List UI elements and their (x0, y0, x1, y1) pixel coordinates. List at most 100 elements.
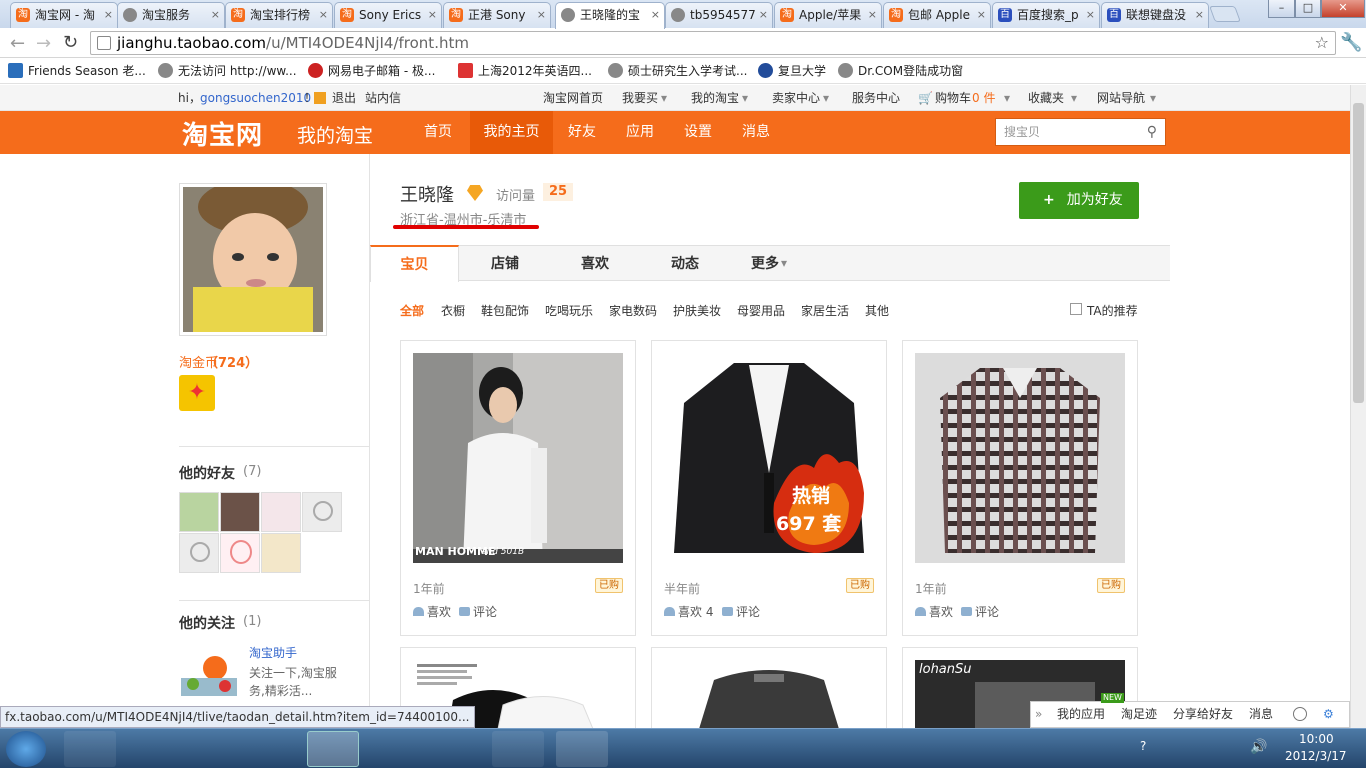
address-bar[interactable]: jianghu.taobao.com/u/MTI4ODE4NjI4/front.… (90, 31, 1336, 55)
page-scrollbar[interactable] (1350, 85, 1366, 728)
minimize-button[interactable]: – (1268, 0, 1295, 18)
friend-avatar[interactable] (220, 533, 260, 573)
category-item[interactable]: 家电数码 (609, 302, 657, 319)
browser-tab[interactable]: 淘 Apple/苹果 × (774, 2, 882, 28)
feiq-icon[interactable] (184, 731, 236, 767)
tab-shops[interactable]: 店铺 (470, 246, 540, 282)
wrench-icon[interactable]: 🔧 (1340, 32, 1362, 53)
ta-recommend-checkbox[interactable] (1070, 303, 1082, 315)
tab-my-home[interactable]: 我的主页 (470, 111, 553, 154)
search-input[interactable]: 搜宝贝 ⚲ (995, 118, 1166, 146)
browser-tab[interactable]: 淘宝服务 × (117, 2, 225, 28)
reload-icon[interactable]: ↻ (63, 32, 78, 53)
tab-friends[interactable]: 好友 (562, 111, 602, 154)
browser-tab[interactable]: tb5954577 × (665, 2, 773, 28)
nav-cart-link[interactable]: 购物车 (935, 91, 971, 105)
bookmark-item[interactable]: 硕士研究生入学考试... (608, 62, 747, 80)
nav-buy-link[interactable]: 我要买 (622, 91, 658, 105)
start-button[interactable] (6, 731, 46, 767)
item-image[interactable] (915, 353, 1125, 563)
tab-settings[interactable]: 设置 (678, 111, 718, 154)
taobao-logo[interactable]: 淘宝网 (182, 115, 263, 152)
comment-button[interactable]: 评论 (961, 603, 999, 620)
friend-avatar[interactable] (261, 533, 301, 573)
avatar-icon[interactable] (1293, 707, 1307, 721)
browser-tab[interactable]: 淘正港 Sony × (443, 2, 551, 28)
close-icon[interactable]: × (1086, 3, 1095, 27)
qq-icon[interactable] (371, 731, 423, 767)
browser-tab[interactable]: 淘包邮 Apple × (883, 2, 991, 28)
category-item[interactable]: 衣橱 (441, 302, 465, 319)
nav-mytaobao-link[interactable]: 我的淘宝 (691, 91, 739, 105)
item-card[interactable]: 热销 697 套 半年前 已购 喜欢 4 评论 (651, 340, 887, 636)
friend-avatar[interactable] (220, 492, 260, 532)
scrollbar-thumb[interactable] (1353, 103, 1364, 403)
bookmark-item[interactable]: 复旦大学 (758, 62, 826, 80)
username-link[interactable]: gongsuochen2010 (200, 91, 311, 105)
bookmark-item[interactable]: 网易电子邮箱 - 极... (308, 62, 435, 80)
nav-seller-link[interactable]: 卖家中心 (772, 91, 820, 105)
add-friend-button[interactable]: + 加为好友 (1019, 182, 1139, 219)
messages-link[interactable]: 站内信 (365, 91, 401, 105)
close-icon[interactable]: × (211, 3, 220, 27)
browser-tab-active[interactable]: 王晓隆的宝 × (555, 2, 665, 29)
share-button[interactable]: 分享给好友 (1173, 702, 1233, 727)
comment-button[interactable]: 评论 (459, 603, 497, 620)
category-item[interactable]: 母婴用品 (737, 302, 785, 319)
logout-link[interactable]: 退出 (332, 91, 356, 105)
like-button[interactable]: 喜欢 (413, 603, 451, 620)
close-icon[interactable]: × (759, 3, 768, 27)
comment-button[interactable]: 评论 (722, 603, 760, 620)
maximize-button[interactable]: □ (1295, 0, 1321, 18)
app-icon[interactable] (492, 731, 544, 767)
browser-tab[interactable]: 淘淘宝网 - 淘 × (10, 2, 118, 28)
tab-home[interactable]: 首页 (418, 111, 458, 154)
close-icon[interactable]: × (651, 3, 660, 27)
forward-icon[interactable]: → (36, 33, 51, 54)
following-item-name[interactable]: 淘宝助手 (249, 644, 297, 661)
word-icon[interactable] (556, 731, 608, 767)
close-window-button[interactable]: ✕ (1321, 0, 1365, 18)
tab-feed[interactable]: 动态 (650, 246, 720, 282)
category-item[interactable]: 鞋包配饰 (481, 302, 529, 319)
friend-avatar[interactable] (261, 492, 301, 532)
close-icon[interactable]: × (428, 3, 437, 27)
gear-icon[interactable]: ⚙ (1323, 702, 1334, 727)
tab-likes[interactable]: 喜欢 (560, 246, 630, 282)
nav-home-link[interactable]: 淘宝网首页 (543, 91, 603, 105)
item-image[interactable] (664, 660, 874, 729)
like-button[interactable]: 喜欢 4 (664, 603, 713, 620)
category-all[interactable]: 全部 (400, 302, 424, 319)
item-card[interactable]: 1年前 已购 喜欢 评论 (902, 340, 1138, 636)
taobao-helper-icon[interactable] (179, 650, 239, 698)
double-chevron-icon[interactable]: » (1035, 702, 1042, 727)
star-icon[interactable]: ☆ (1315, 32, 1329, 54)
friend-avatar-default[interactable] (302, 492, 342, 532)
aliwangwang-icon[interactable] (431, 731, 483, 767)
browser-tab[interactable]: 淘淘宝排行榜 × (225, 2, 333, 28)
category-item[interactable]: 吃喝玩乐 (545, 302, 593, 319)
following-title[interactable]: 他的关注 (179, 613, 235, 633)
utorrent-icon[interactable] (244, 731, 296, 767)
item-card[interactable]: MAN HOMME and 501B 1年前 已购 喜欢 评论 (400, 340, 636, 636)
friend-avatar[interactable] (179, 492, 219, 532)
new-tab-button[interactable] (1209, 6, 1241, 22)
nav-service-link[interactable]: 服务中心 (852, 91, 900, 105)
chrome-icon[interactable] (307, 731, 359, 767)
close-icon[interactable]: × (104, 3, 113, 27)
volume-icon[interactable]: 🔊 (1250, 739, 1267, 755)
like-button[interactable]: 喜欢 (915, 603, 953, 620)
close-icon[interactable]: × (868, 3, 877, 27)
tab-items[interactable]: 宝贝 (370, 245, 459, 282)
friends-title[interactable]: 他的好友 (179, 463, 235, 483)
category-item[interactable]: 家居生活 (801, 302, 849, 319)
item-image[interactable]: MAN HOMME and 501B (413, 353, 623, 563)
footprints-button[interactable]: 淘足迹 (1121, 702, 1157, 727)
nav-sitemap-link[interactable]: 网站导航 (1097, 91, 1145, 105)
explorer-icon[interactable] (64, 731, 116, 767)
my-apps-button[interactable]: 我的应用 (1057, 702, 1105, 727)
medal-icon[interactable]: ✦ (179, 375, 215, 411)
back-icon[interactable]: ← (10, 33, 25, 54)
bookmark-item[interactable]: Dr.COM登陆成功窗 (838, 62, 963, 80)
close-icon[interactable]: × (537, 3, 546, 27)
